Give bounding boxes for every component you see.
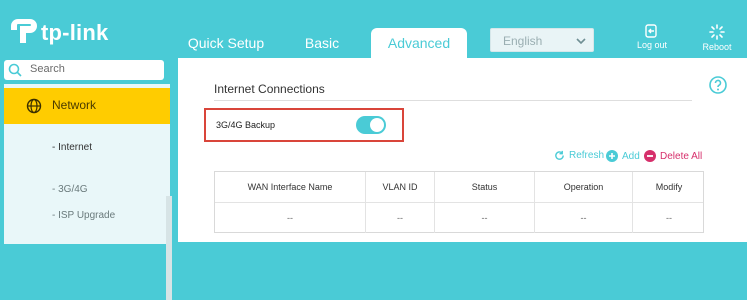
col-modify: Modify bbox=[655, 182, 683, 192]
tp-link-logo: tp-link bbox=[8, 16, 148, 48]
sidebar-item-network[interactable]: Network bbox=[4, 88, 170, 124]
logout-label: Log out bbox=[636, 40, 668, 50]
cell-wan-interface-name: -- bbox=[215, 203, 366, 233]
search-input[interactable]: Search bbox=[4, 60, 164, 80]
cell-status: -- bbox=[435, 203, 535, 233]
top-header: tp-link Quick Setup Basic Advanced Engli… bbox=[0, 0, 747, 58]
help-icon[interactable] bbox=[709, 76, 727, 94]
sidebar-item-isp-upgrade[interactable]: - ISP Upgrade bbox=[52, 210, 115, 221]
refresh-label: Refresh bbox=[569, 150, 605, 161]
backup-highlight-box: 3G/4G Backup bbox=[204, 108, 404, 142]
wan-table: WAN Interface Name VLAN ID Status Operat… bbox=[214, 171, 704, 233]
sidebar-item-3g4g[interactable]: - 3G/4G bbox=[52, 184, 88, 195]
sidebar-scrollbar[interactable] bbox=[166, 196, 172, 300]
table-header-row: WAN Interface Name VLAN ID Status Operat… bbox=[215, 172, 703, 203]
section-divider bbox=[214, 100, 692, 101]
tp-link-logo-icon bbox=[11, 19, 37, 43]
brand-name: tp-link bbox=[41, 20, 109, 45]
tab-basic[interactable]: Basic bbox=[292, 28, 352, 58]
col-wan-interface-name: WAN Interface Name bbox=[215, 172, 366, 202]
cell-vlan-id: -- bbox=[366, 203, 435, 233]
col-vlan-id: VLAN ID bbox=[366, 172, 435, 202]
reboot-icon bbox=[709, 24, 725, 40]
refresh-icon bbox=[555, 150, 564, 160]
add-label: Add bbox=[622, 150, 640, 162]
logout-icon bbox=[645, 24, 657, 38]
search-icon bbox=[8, 63, 22, 77]
refresh-button[interactable]: Refresh bbox=[554, 150, 604, 161]
sidebar-item-internet[interactable]: - Internet bbox=[52, 142, 92, 153]
table-row: -- -- -- -- -- bbox=[215, 203, 703, 233]
col-status: Status bbox=[435, 172, 535, 202]
tab-quick-setup[interactable]: Quick Setup bbox=[180, 28, 272, 58]
main-content: Internet Connections 3G/4G Backup Refres… bbox=[178, 58, 747, 242]
delete-all-label: Delete All bbox=[660, 150, 703, 162]
sidebar-item-network-label: Network bbox=[52, 98, 97, 112]
delete-icon bbox=[644, 150, 656, 162]
tab-advanced[interactable]: Advanced bbox=[371, 28, 467, 58]
sidebar-panel: Network - Internet - 3G/4G - ISP Upgrade bbox=[4, 84, 170, 244]
language-selected: English bbox=[503, 34, 543, 48]
add-icon bbox=[606, 150, 618, 162]
search-placeholder: Search bbox=[30, 63, 65, 75]
backup-toggle[interactable] bbox=[356, 116, 386, 134]
cell-operation: -- bbox=[535, 203, 633, 233]
section-title: Internet Connections bbox=[214, 82, 325, 96]
globe-icon bbox=[26, 98, 42, 114]
cell-modify: -- bbox=[666, 213, 672, 223]
backup-label: 3G/4G Backup bbox=[216, 120, 276, 130]
delete-all-button[interactable]: Delete All bbox=[644, 150, 702, 162]
sidebar: Search Network - Internet - 3G/4G - ISP … bbox=[0, 58, 176, 300]
chevron-down-icon bbox=[576, 38, 586, 45]
reboot-button[interactable]: Reboot bbox=[693, 24, 741, 54]
logout-button[interactable]: Log out bbox=[628, 24, 676, 54]
add-button[interactable]: Add bbox=[606, 150, 640, 162]
reboot-label: Reboot bbox=[702, 42, 732, 52]
toggle-knob bbox=[370, 118, 384, 132]
language-select[interactable]: English bbox=[490, 28, 594, 52]
col-operation: Operation bbox=[535, 172, 633, 202]
